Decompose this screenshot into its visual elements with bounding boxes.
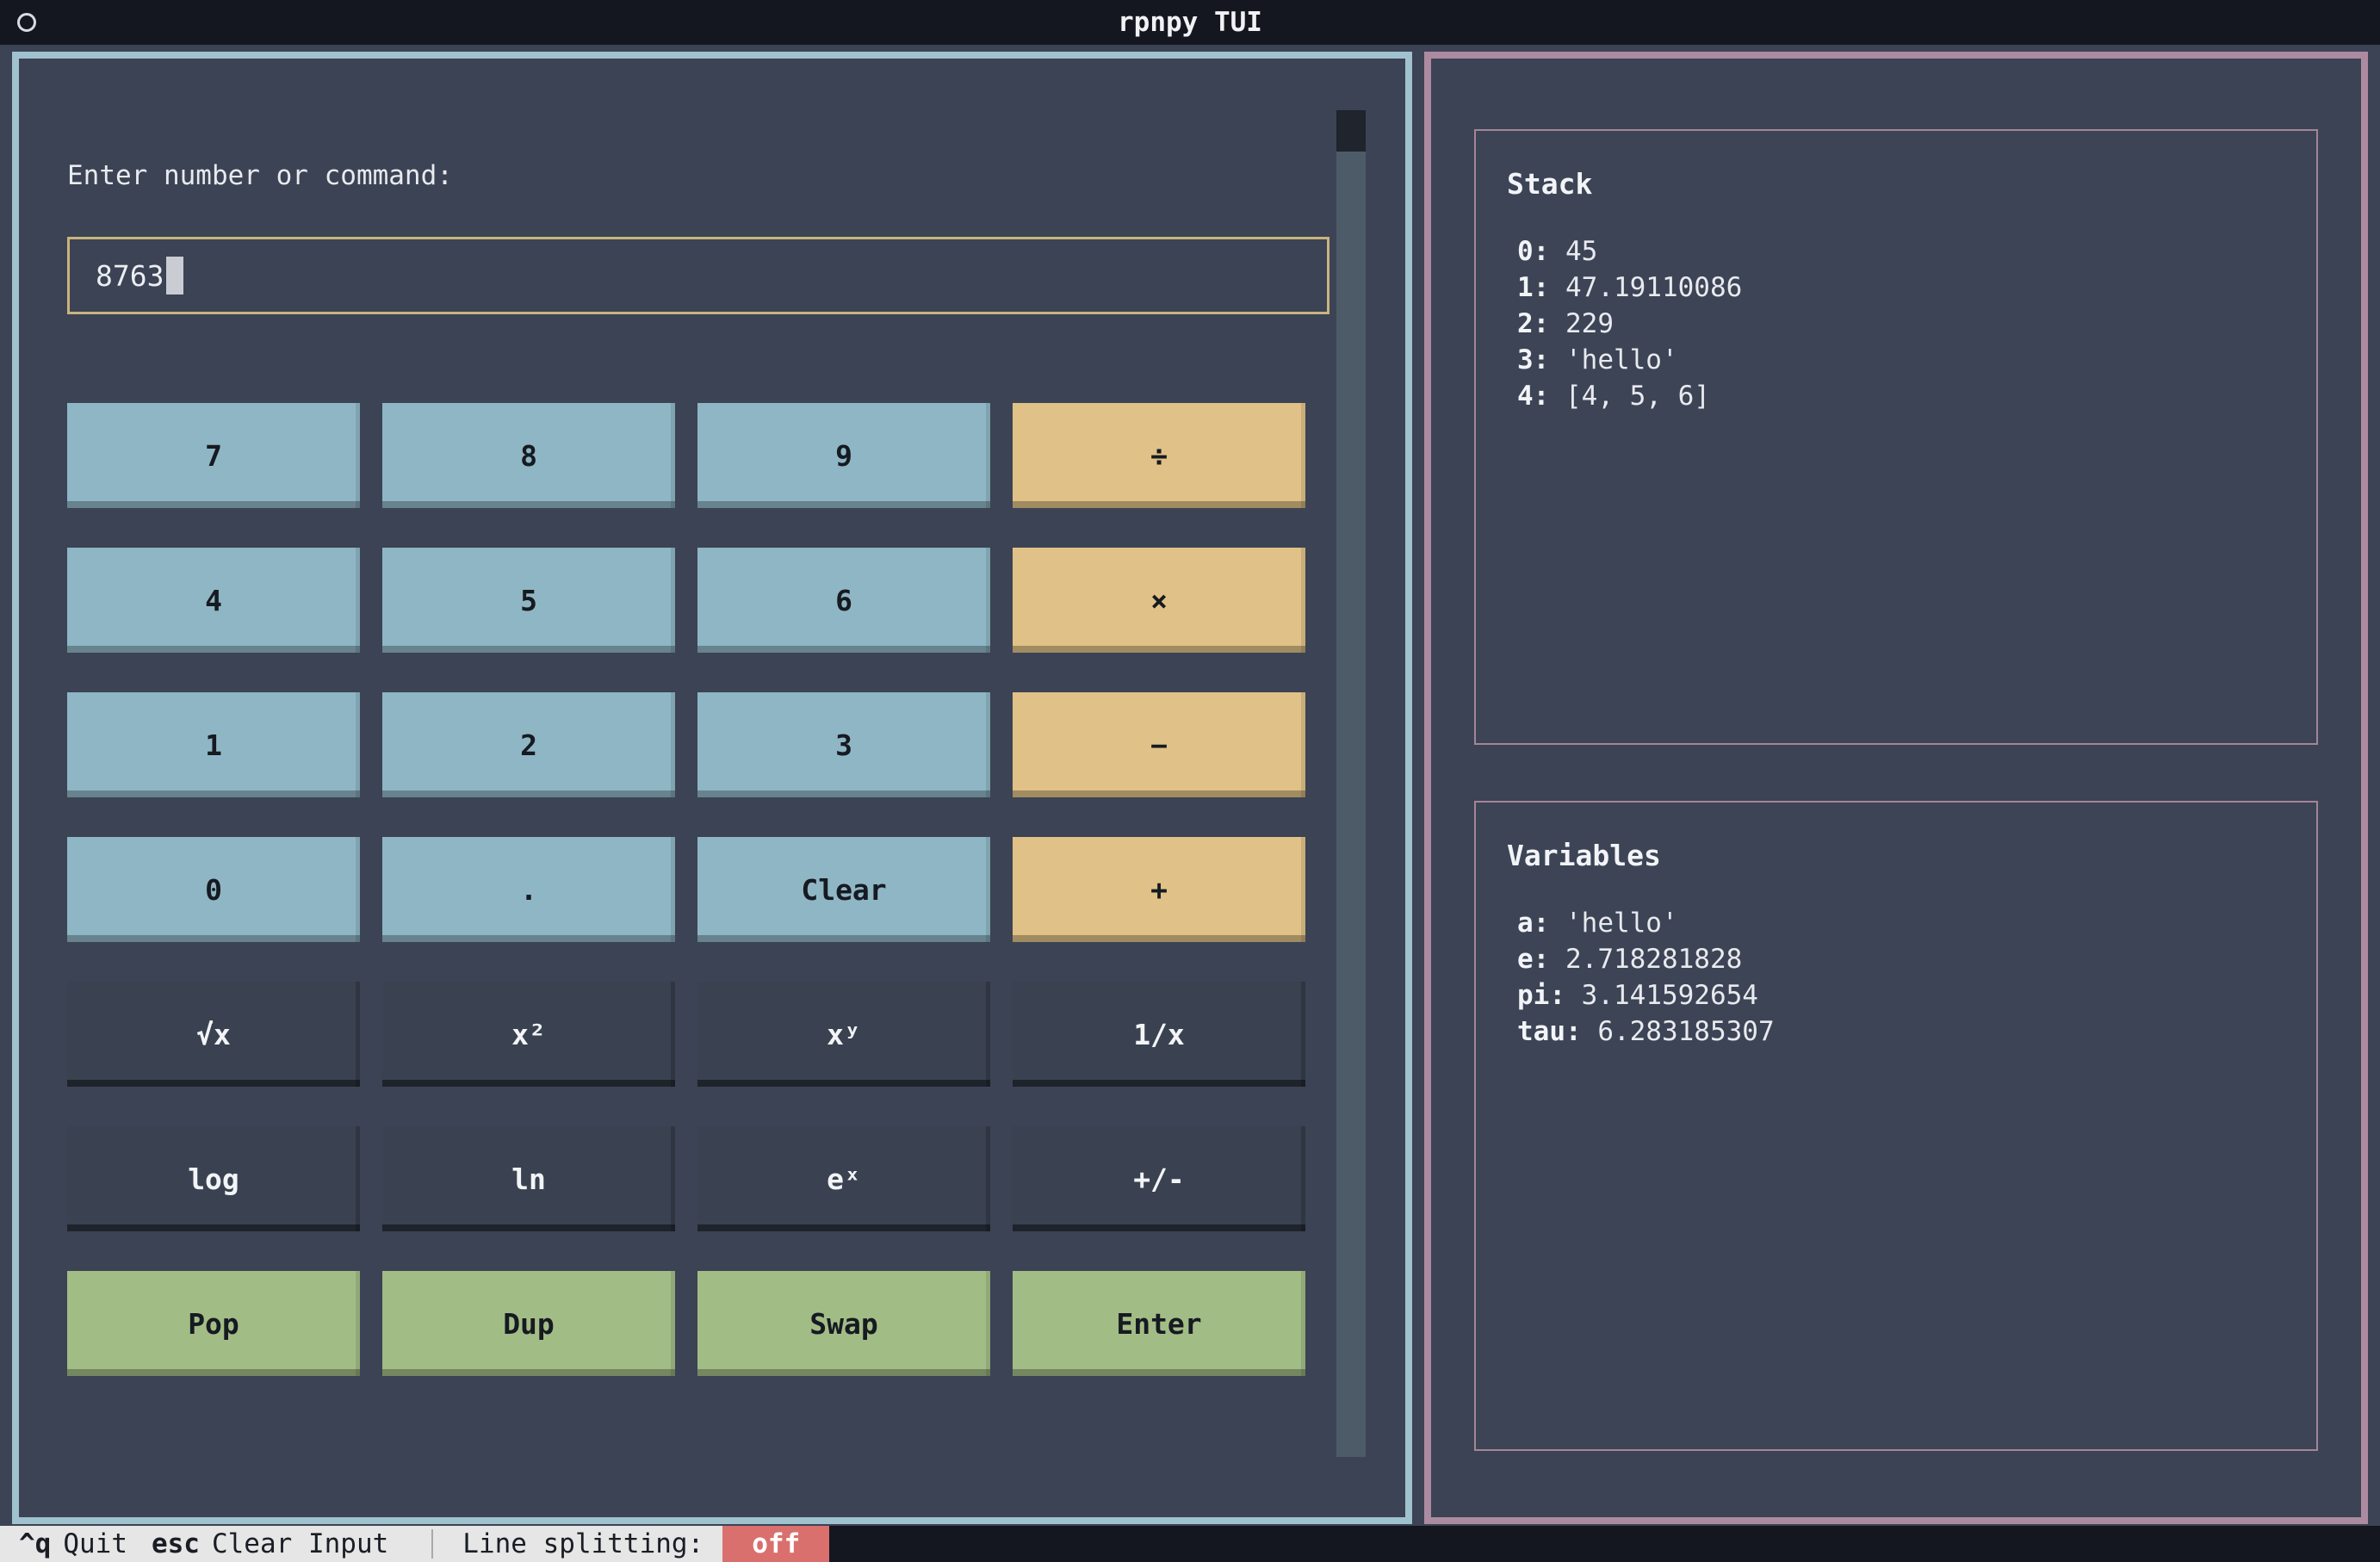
- quit-key: ^q: [19, 1528, 51, 1559]
- scrollbar-thumb[interactable]: [1336, 110, 1366, 152]
- stack-item: 0: 45: [1517, 233, 2316, 270]
- button-square[interactable]: x²: [382, 982, 675, 1087]
- button-2[interactable]: 2: [382, 692, 675, 797]
- command-input[interactable]: 8763: [67, 237, 1329, 314]
- quit-action: Quit: [63, 1528, 127, 1559]
- stack-item: 4: [4, 5, 6]: [1517, 378, 2316, 414]
- button-log[interactable]: log: [67, 1126, 360, 1231]
- variable-item: pi: 3.141592654: [1517, 977, 2316, 1013]
- button-power[interactable]: xʸ: [697, 982, 990, 1087]
- variable-item: e: 2.718281828: [1517, 941, 2316, 977]
- button-multiply[interactable]: ×: [1013, 548, 1305, 653]
- button-sqrt[interactable]: √x: [67, 982, 360, 1087]
- footer-bar: ^q Quit esc Clear Input Line splitting: …: [0, 1526, 2380, 1562]
- button-reciprocal[interactable]: 1/x: [1013, 982, 1305, 1087]
- footer-light-section: ^q Quit esc Clear Input Line splitting:: [0, 1526, 722, 1562]
- calculator-panel: Enter number or command: 8763 7 8 9 ÷ 4 …: [12, 52, 1412, 1524]
- button-exp[interactable]: eˣ: [697, 1126, 990, 1231]
- button-1[interactable]: 1: [67, 692, 360, 797]
- button-ln[interactable]: ln: [382, 1126, 675, 1231]
- button-4[interactable]: 4: [67, 548, 360, 653]
- esc-key: esc: [152, 1528, 200, 1559]
- stack-box: Stack 0: 45 1: 47.19110086 2: 229 3: 'he…: [1474, 129, 2318, 745]
- clear-input-hint[interactable]: esc Clear Input: [146, 1528, 407, 1559]
- line-splitting-toggle[interactable]: off: [722, 1526, 829, 1562]
- button-5[interactable]: 5: [382, 548, 675, 653]
- command-input-value: 8763: [96, 259, 164, 293]
- button-6[interactable]: 6: [697, 548, 990, 653]
- esc-action: Clear Input: [212, 1528, 388, 1559]
- footer-divider: [431, 1529, 433, 1559]
- stack-title: Stack: [1476, 131, 2316, 201]
- input-prompt: Enter number or command:: [67, 160, 453, 191]
- button-pop[interactable]: Pop: [67, 1271, 360, 1376]
- app-title: rpnpy TUI: [0, 7, 2380, 38]
- stack-item: 3: 'hello': [1517, 342, 2316, 378]
- stack-item: 2: 229: [1517, 306, 2316, 342]
- line-splitting-label: Line splitting:: [457, 1528, 719, 1559]
- button-enter[interactable]: Enter: [1013, 1271, 1305, 1376]
- button-clear[interactable]: Clear: [697, 837, 990, 942]
- button-divide[interactable]: ÷: [1013, 403, 1305, 508]
- variables-items: a: 'hello' e: 2.718281828 pi: 3.14159265…: [1476, 872, 2316, 1050]
- button-negate[interactable]: +/-: [1013, 1126, 1305, 1231]
- variable-item: tau: 6.283185307: [1517, 1013, 2316, 1050]
- button-3[interactable]: 3: [697, 692, 990, 797]
- vertical-scrollbar[interactable]: [1336, 110, 1366, 1457]
- button-decimal[interactable]: .: [382, 837, 675, 942]
- button-9[interactable]: 9: [697, 403, 990, 508]
- quit-hint[interactable]: ^q Quit: [14, 1528, 146, 1559]
- button-7[interactable]: 7: [67, 403, 360, 508]
- button-8[interactable]: 8: [382, 403, 675, 508]
- button-minus[interactable]: −: [1013, 692, 1305, 797]
- button-dup[interactable]: Dup: [382, 1271, 675, 1376]
- variable-item: a: 'hello': [1517, 905, 2316, 941]
- stack-item: 1: 47.19110086: [1517, 270, 2316, 306]
- text-cursor: [166, 257, 183, 294]
- variables-title: Variables: [1476, 803, 2316, 872]
- info-panel: Stack 0: 45 1: 47.19110086 2: 229 3: 'he…: [1424, 52, 2368, 1524]
- variables-box: Variables a: 'hello' e: 2.718281828 pi: …: [1474, 801, 2318, 1451]
- button-swap[interactable]: Swap: [697, 1271, 990, 1376]
- title-bar: rpnpy TUI: [0, 0, 2380, 45]
- stack-items: 0: 45 1: 47.19110086 2: 229 3: 'hello' 4…: [1476, 201, 2316, 414]
- button-0[interactable]: 0: [67, 837, 360, 942]
- button-grid: 7 8 9 ÷ 4 5 6 × 1 2 3 − 0 . Clear + √x x…: [67, 403, 1305, 1376]
- button-plus[interactable]: +: [1013, 837, 1305, 942]
